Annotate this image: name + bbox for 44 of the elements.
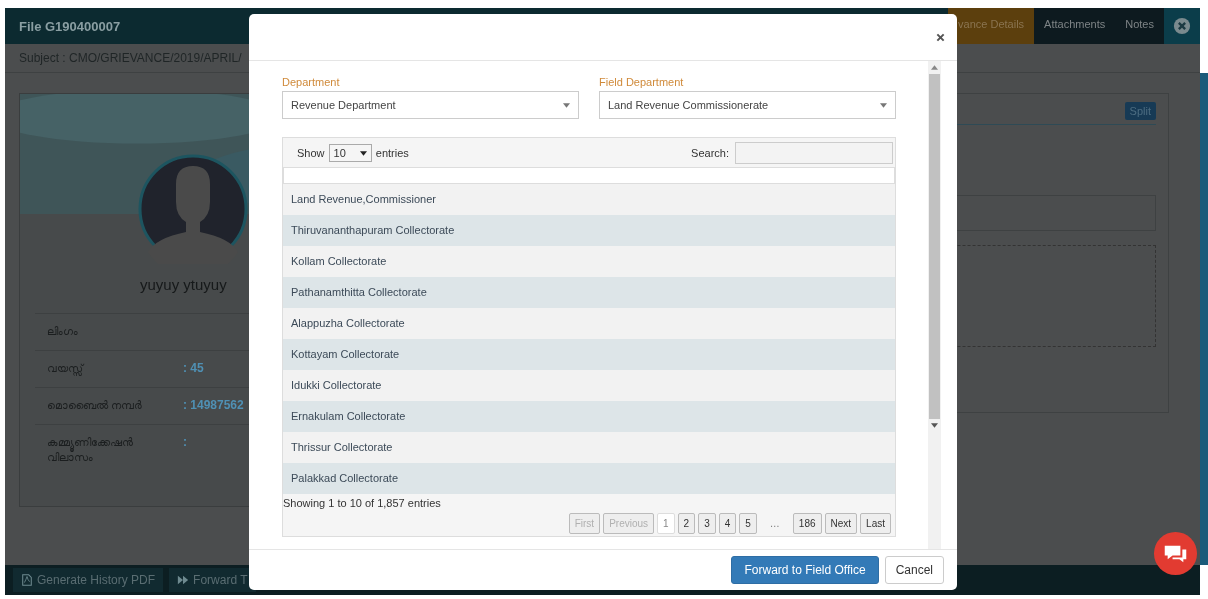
cancel-button[interactable]: Cancel	[884, 556, 944, 584]
table-row[interactable]: Palakkad Collectorate	[283, 463, 895, 494]
table-info: Showing 1 to 10 of 1,857 entries	[283, 496, 442, 509]
show-label: Show	[297, 147, 325, 159]
page-button[interactable]: Next	[824, 513, 858, 534]
chat-icon[interactable]	[1153, 531, 1198, 576]
pdf-icon	[21, 574, 33, 586]
table-row[interactable]: Kottayam Collectorate	[283, 339, 895, 370]
scroll-up-icon[interactable]	[931, 65, 938, 70]
department-dropdown[interactable]: Revenue Department	[282, 91, 579, 119]
tab[interactable]: Attachments	[1034, 8, 1116, 44]
fast-forward-icon	[177, 574, 190, 586]
caret-icon	[359, 150, 367, 156]
forward-button[interactable]: Forward to Field Office	[731, 556, 879, 584]
entries-label: entries	[375, 147, 409, 159]
caret-icon	[563, 102, 570, 108]
scroll-down-icon[interactable]	[931, 423, 938, 428]
search-label: Search:	[691, 147, 729, 159]
field-value: :	[183, 435, 187, 451]
page-button[interactable]: 4	[718, 513, 737, 534]
page-size-dropdown[interactable]: 10	[328, 144, 372, 162]
table-row[interactable]: Ernakulam Collectorate	[283, 401, 895, 432]
caret-icon	[880, 102, 887, 108]
field-label: Field Department	[599, 76, 685, 88]
search-field[interactable]	[735, 142, 893, 164]
page-button[interactable]: 3	[698, 513, 716, 534]
pagination-ellipsis: …	[768, 518, 781, 529]
scrollbar[interactable]	[928, 61, 941, 549]
page-button[interactable]: 186	[792, 513, 822, 534]
table-row[interactable]: Thiruvananthapuram Collectorate	[283, 215, 895, 246]
page-button[interactable]: 1	[657, 513, 675, 534]
field-value: : 14987562	[183, 398, 244, 414]
close-icon[interactable]	[936, 32, 945, 42]
table-row[interactable]: Pathanamthitta Collectorate	[283, 277, 895, 308]
page-button[interactable]: 2	[677, 513, 696, 534]
field-value: : 45	[183, 361, 204, 377]
field-department-dropdown[interactable]: Land Revenue Commissionerate	[599, 91, 896, 119]
tab[interactable]: Notes	[1115, 8, 1164, 44]
close-icon[interactable]	[1173, 17, 1191, 35]
field-label: Department	[282, 76, 341, 88]
page-button[interactable]: 5	[739, 513, 757, 534]
page-button[interactable]: Last	[860, 513, 891, 534]
file-title: File G190400007	[19, 18, 121, 34]
avatar-icon	[138, 154, 248, 264]
